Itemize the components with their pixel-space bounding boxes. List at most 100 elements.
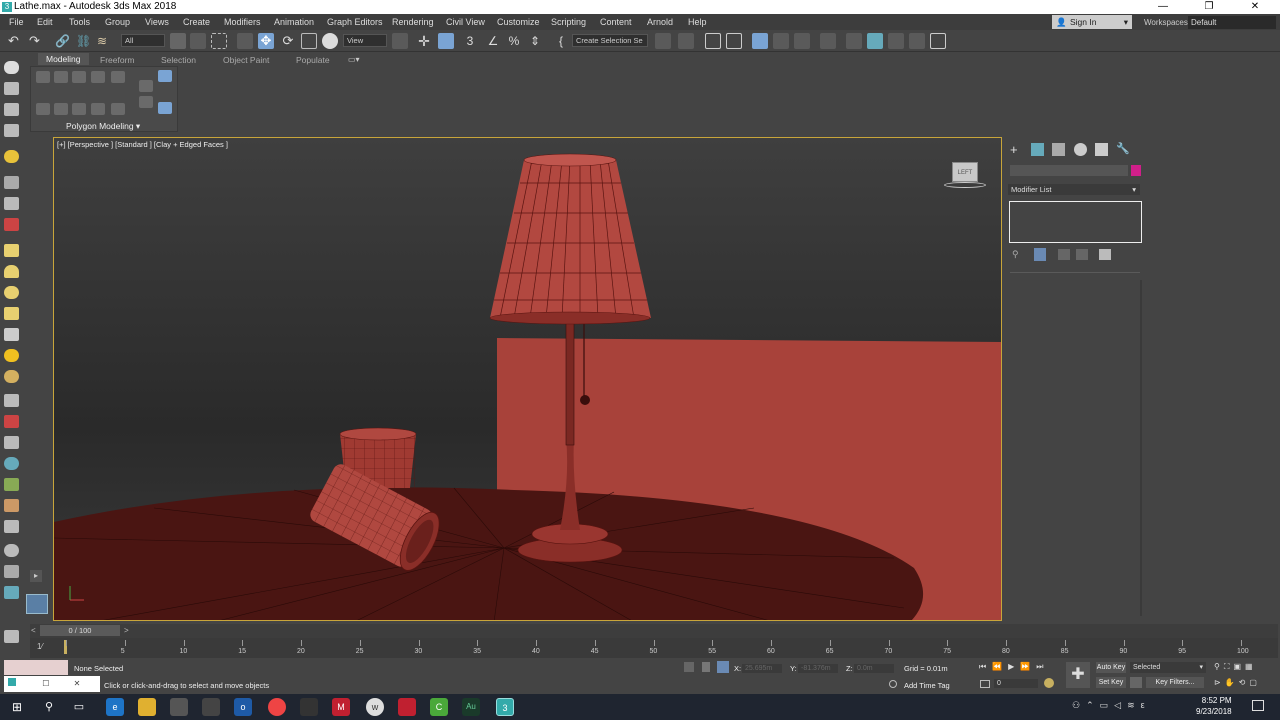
zoom-extents-all-icon[interactable]: ▦: [1245, 662, 1257, 671]
material-editor-icon[interactable]: [820, 33, 836, 49]
render-setup-icon[interactable]: [846, 33, 862, 49]
next-frame-icon[interactable]: ⏩: [1020, 662, 1036, 671]
collapse-stack-icon[interactable]: [54, 103, 68, 115]
tab-freeform[interactable]: Freeform: [100, 55, 134, 65]
close-button[interactable]: ✕: [1232, 0, 1278, 14]
cloth-icon[interactable]: [4, 499, 19, 512]
selection-filter-dropdown[interactable]: All: [121, 34, 165, 47]
key-mode-icon[interactable]: [980, 680, 990, 688]
named-selection-dropdown[interactable]: Create Selection Se: [572, 34, 648, 47]
calculator-icon[interactable]: [202, 698, 220, 716]
track-bar-icon[interactable]: 1⁄: [37, 642, 43, 651]
absolute-mode-icon[interactable]: [717, 661, 729, 673]
render-online-icon[interactable]: [930, 33, 946, 49]
rotate-icon[interactable]: ⟳: [280, 33, 296, 49]
menu-scripting[interactable]: Scripting: [551, 17, 586, 27]
schematic-view-icon[interactable]: [794, 33, 810, 49]
menu-civil-view[interactable]: Civil View: [446, 17, 485, 27]
y-coordinate-field[interactable]: -81.376m: [798, 664, 838, 673]
torus-icon[interactable]: [4, 370, 19, 383]
object-color-swatch[interactable]: [1131, 165, 1141, 176]
search-icon[interactable]: [4, 630, 19, 643]
modify-icon[interactable]: [4, 82, 19, 95]
render-production-icon[interactable]: [888, 33, 904, 49]
use-soft-selection-icon[interactable]: [36, 103, 50, 115]
previous-frame-icon[interactable]: ⏪: [992, 662, 1008, 671]
key-filters-button[interactable]: Key Filters...: [1146, 677, 1204, 688]
app-m-icon[interactable]: M: [332, 698, 350, 716]
to-poly-icon[interactable]: [72, 103, 86, 115]
cone-icon[interactable]: [4, 307, 19, 320]
people-icon[interactable]: ⚇: [1072, 700, 1086, 710]
snap-toggle-icon[interactable]: 3: [462, 33, 478, 49]
motion-icon[interactable]: [4, 124, 19, 137]
pin-stack-icon[interactable]: ⚲: [1012, 249, 1024, 260]
mirror-icon[interactable]: [655, 33, 671, 49]
key-target-dropdown[interactable]: Selected ▾: [1130, 662, 1206, 673]
gizmo-icon[interactable]: [4, 176, 19, 189]
shape-icon[interactable]: [4, 565, 19, 578]
viewport-label[interactable]: [+] [Perspective ] [Standard ] [Clay + E…: [57, 140, 228, 149]
hierarchy-icon[interactable]: [4, 103, 19, 116]
menu-help[interactable]: Help: [688, 17, 707, 27]
ribbon-options-icon[interactable]: ▭▾: [348, 55, 360, 64]
go-to-start-icon[interactable]: ⏮: [979, 662, 992, 671]
window-crossing-icon[interactable]: [237, 33, 253, 49]
curve-editor-icon[interactable]: [773, 33, 789, 49]
helpers-icon[interactable]: [4, 197, 19, 210]
element-mode-icon[interactable]: [111, 71, 125, 83]
placement-icon[interactable]: [322, 33, 338, 49]
panel-scrollbar[interactable]: [1140, 280, 1142, 616]
acrobat-icon[interactable]: [398, 698, 416, 716]
move-icon[interactable]: ✥: [258, 33, 274, 49]
orbit-icon[interactable]: ⟲: [1239, 678, 1250, 687]
tab-modeling[interactable]: Modeling: [38, 53, 89, 65]
select-object-icon[interactable]: [170, 33, 186, 49]
menu-content[interactable]: Content: [600, 17, 632, 27]
add-time-tag[interactable]: Add Time Tag: [904, 681, 950, 690]
zoom-extents-icon[interactable]: ▣: [1233, 662, 1245, 671]
motion-tab-icon[interactable]: [1074, 143, 1087, 156]
hair-icon[interactable]: [4, 520, 19, 533]
taskbar-clock[interactable]: 8:52 PM 9/23/2018: [1196, 695, 1232, 717]
go-to-end-icon[interactable]: ⏭: [1036, 662, 1049, 671]
pyramid-icon[interactable]: [4, 328, 19, 341]
perspective-viewport[interactable]: [53, 137, 1002, 621]
show-end-result-icon[interactable]: [158, 70, 172, 82]
link-icon[interactable]: 🔗: [55, 33, 71, 49]
taskbar-preview-tooltip[interactable]: ☐ ✕: [4, 676, 100, 692]
scene-explorer-icon[interactable]: [705, 33, 721, 49]
workspace-select[interactable]: Default: [1188, 16, 1276, 29]
volume-icon[interactable]: ◁: [1114, 700, 1127, 710]
auto-key-button[interactable]: Auto Key: [1096, 662, 1126, 673]
ribbon-toggle-icon[interactable]: [752, 33, 768, 49]
z-coordinate-field[interactable]: 0.0m: [854, 664, 894, 673]
tab-populate[interactable]: Populate: [296, 55, 330, 65]
biped-icon[interactable]: [4, 436, 19, 449]
remove-modifier-icon[interactable]: [1076, 249, 1088, 260]
create-icon[interactable]: [4, 61, 19, 74]
maximize-viewport-icon[interactable]: ▢: [1249, 678, 1261, 687]
angle-snap-icon[interactable]: ∠: [485, 33, 501, 49]
minimize-button[interactable]: —: [1140, 0, 1186, 14]
utilities-tab-icon[interactable]: 🔧: [1116, 143, 1130, 156]
3dsmax-taskbar-icon[interactable]: 3: [496, 698, 514, 716]
select-by-name-icon[interactable]: [190, 33, 206, 49]
camtasia-icon[interactable]: C: [430, 698, 448, 716]
edit-named-selection-icon[interactable]: {: [553, 33, 569, 49]
edge-browser-icon[interactable]: e: [106, 698, 124, 716]
task-view-icon[interactable]: ▭: [70, 698, 88, 716]
rect-selection-icon[interactable]: [211, 33, 227, 49]
keyboard-shortcut-icon[interactable]: [438, 33, 454, 49]
plant-icon[interactable]: [4, 478, 19, 491]
language-icon[interactable]: ε: [1141, 700, 1151, 710]
keyframe-icon[interactable]: [1130, 677, 1142, 688]
make-unique-icon[interactable]: [1058, 249, 1070, 260]
menu-customize[interactable]: Customize: [497, 17, 540, 27]
outlook-icon[interactable]: o: [234, 698, 252, 716]
particle-icon[interactable]: [4, 218, 19, 231]
sun-icon[interactable]: [4, 150, 19, 163]
maximize-button[interactable]: ❐: [1186, 0, 1232, 14]
time-slider-handle[interactable]: 0 / 100: [40, 625, 120, 636]
edge-mode-icon[interactable]: [54, 71, 68, 83]
